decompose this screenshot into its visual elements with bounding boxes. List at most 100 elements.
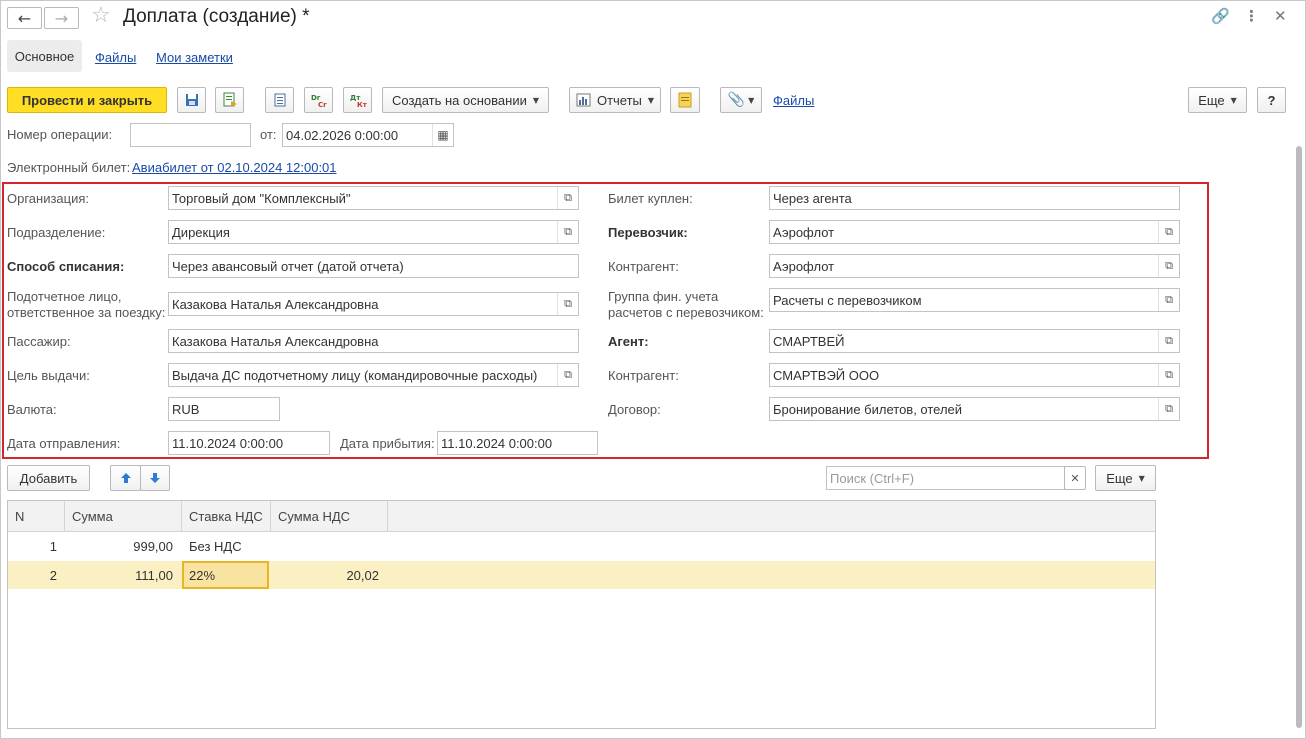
open-icon[interactable]: ⧉ <box>1158 221 1179 243</box>
op-number-input[interactable] <box>130 123 251 147</box>
favorite-star-icon[interactable]: ☆ <box>91 3 111 28</box>
passenger-field[interactable]: Казакова Наталья Александровна <box>168 329 579 353</box>
cell-n: 1 <box>49 538 57 554</box>
person-label-line2: ответственное за поездку: <box>7 305 166 320</box>
create-based-on-label: Создать на основании <box>391 92 527 108</box>
chevron-down-icon: ▼ <box>1230 95 1237 105</box>
column-header-sum[interactable]: Сумма <box>65 501 182 532</box>
open-icon[interactable]: ⧉ <box>1158 255 1179 277</box>
agent-value: СМАРТВЕЙ <box>773 333 845 349</box>
dt-kt-button[interactable]: Дт Кт <box>343 87 372 113</box>
vertical-scrollbar[interactable] <box>1296 146 1302 728</box>
more-label: Еще <box>1198 92 1225 108</box>
arrow-right-icon: → <box>54 8 69 28</box>
contractor2-field[interactable]: СМАРТВЭЙ ООО ⧉ <box>769 363 1180 387</box>
person-field[interactable]: Казакова Наталья Александровна ⧉ <box>168 292 579 316</box>
calendar-icon[interactable]: ▦ <box>432 124 453 146</box>
open-icon[interactable]: ⧉ <box>557 364 578 386</box>
fingroup-label-line2: расчетов с перевозчиком: <box>608 305 764 320</box>
contract-value: Бронирование билетов, отелей <box>773 401 963 417</box>
contract-field[interactable]: Бронирование билетов, отелей ⧉ <box>769 397 1180 421</box>
eticket-link[interactable]: Авиабилет от 02.10.2024 12:00:01 <box>132 160 337 175</box>
tab-files[interactable]: Файлы <box>95 50 136 65</box>
table-row[interactable]: 1 999,00 Без НДС <box>8 532 1155 560</box>
clear-search-button[interactable]: ✕ <box>1064 466 1086 490</box>
dr-cr-button[interactable]: Dr Cr <box>304 87 333 113</box>
cell-vat-rate: Без НДС <box>189 538 242 554</box>
help-button[interactable]: ? <box>1257 87 1286 113</box>
purpose-field[interactable]: Выдача ДС подотчетному лицу (командирово… <box>168 363 579 387</box>
dept-field[interactable]: Дирекция ⧉ <box>168 220 579 244</box>
files-link[interactable]: Файлы <box>773 93 814 108</box>
more-menu-icon[interactable]: ⋮ <box>1244 7 1259 25</box>
fingroup-label-line1: Группа фин. учета <box>608 289 719 304</box>
currency-field[interactable]: RUB <box>168 397 280 421</box>
items-table[interactable]: N Сумма Ставка НДС Сумма НДС 1 999,00 Бе… <box>7 500 1156 729</box>
reports-icon <box>576 93 591 107</box>
contractor1-field[interactable]: Аэрофлот ⧉ <box>769 254 1180 278</box>
depart-label: Дата отправления: <box>7 436 121 451</box>
create-based-on-button[interactable]: Создать на основании ▼ <box>382 87 549 113</box>
save-button[interactable] <box>177 87 206 113</box>
close-icon[interactable]: ✕ <box>1274 7 1287 25</box>
column-header-vat-rate[interactable]: Ставка НДС <box>182 501 271 532</box>
back-button[interactable]: ← <box>7 7 42 29</box>
link-icon[interactable]: 🔗 <box>1211 7 1230 25</box>
table-more-button[interactable]: Еще ▼ <box>1095 465 1156 491</box>
column-header-n[interactable]: N <box>8 501 65 532</box>
list-button[interactable] <box>265 87 294 113</box>
cell-sum: 999,00 <box>133 538 173 554</box>
cell-n: 2 <box>49 567 57 583</box>
open-icon[interactable]: ⧉ <box>557 293 578 315</box>
note-icon <box>678 92 692 108</box>
tab-main[interactable]: Основное <box>7 40 82 72</box>
move-up-button[interactable] <box>110 465 141 491</box>
bought-field[interactable]: Через агента <box>769 186 1180 210</box>
org-value: Торговый дом "Комплексный" <box>172 190 351 206</box>
carrier-field[interactable]: Аэрофлот ⧉ <box>769 220 1180 244</box>
cell-vat-rate-active[interactable]: 22% <box>182 561 269 589</box>
agent-field[interactable]: СМАРТВЕЙ ⧉ <box>769 329 1180 353</box>
add-row-button[interactable]: Добавить <box>7 465 90 491</box>
open-icon[interactable]: ⧉ <box>1158 289 1179 311</box>
open-icon[interactable]: ⧉ <box>1158 330 1179 352</box>
from-label: от: <box>260 127 277 142</box>
contract-label: Договор: <box>608 402 661 417</box>
post-button[interactable] <box>215 87 244 113</box>
method-field[interactable]: Через авансовый отчет (датой отчета) <box>168 254 579 278</box>
note-button[interactable] <box>670 87 700 113</box>
purpose-label: Цель выдачи: <box>7 368 90 383</box>
forward-button[interactable]: → <box>44 7 79 29</box>
move-down-button[interactable] <box>140 465 170 491</box>
tab-notes[interactable]: Мои заметки <box>156 50 233 65</box>
open-icon[interactable]: ⧉ <box>557 221 578 243</box>
depart-field[interactable]: 11.10.2024 0:00:00 <box>168 431 330 455</box>
arrive-field[interactable]: 11.10.2024 0:00:00 <box>437 431 598 455</box>
bought-label: Билет куплен: <box>608 191 693 206</box>
chevron-down-icon: ▼ <box>532 95 540 105</box>
paperclip-icon: 📎 <box>727 92 746 108</box>
fingroup-value: Расчеты с перевозчиком <box>773 292 922 308</box>
post-and-close-button[interactable]: Провести и закрыть <box>7 87 167 113</box>
open-icon[interactable]: ⧉ <box>557 187 578 209</box>
fingroup-field[interactable]: Расчеты с перевозчиком ⧉ <box>769 288 1180 312</box>
cell-vat-sum <box>271 532 379 560</box>
table-more-label: Еще <box>1106 470 1133 486</box>
reports-button[interactable]: Отчеты ▼ <box>569 87 661 113</box>
cell-sum: 111,00 <box>135 567 173 583</box>
more-button[interactable]: Еще ▼ <box>1188 87 1247 113</box>
search-input[interactable]: Поиск (Ctrl+F) <box>826 466 1065 490</box>
bought-value: Через агента <box>773 190 852 206</box>
org-label: Организация: <box>7 191 90 206</box>
date-input[interactable]: 04.02.2026 0:00:00 ▦ <box>282 123 454 147</box>
dr-cr-icon: DrCr <box>311 94 327 108</box>
table-row-selected[interactable]: 2 111,00 22% 20,02 <box>8 561 1155 589</box>
org-field[interactable]: Торговый дом "Комплексный" ⧉ <box>168 186 579 210</box>
reports-label: Отчеты <box>596 92 642 108</box>
close-icon: ✕ <box>1070 471 1080 485</box>
date-value: 04.02.2026 0:00:00 <box>286 127 399 143</box>
attach-button[interactable]: 📎 ▼ <box>720 87 762 113</box>
open-icon[interactable]: ⧉ <box>1158 398 1179 420</box>
column-header-vat-sum[interactable]: Сумма НДС <box>271 501 388 532</box>
open-icon[interactable]: ⧉ <box>1158 364 1179 386</box>
